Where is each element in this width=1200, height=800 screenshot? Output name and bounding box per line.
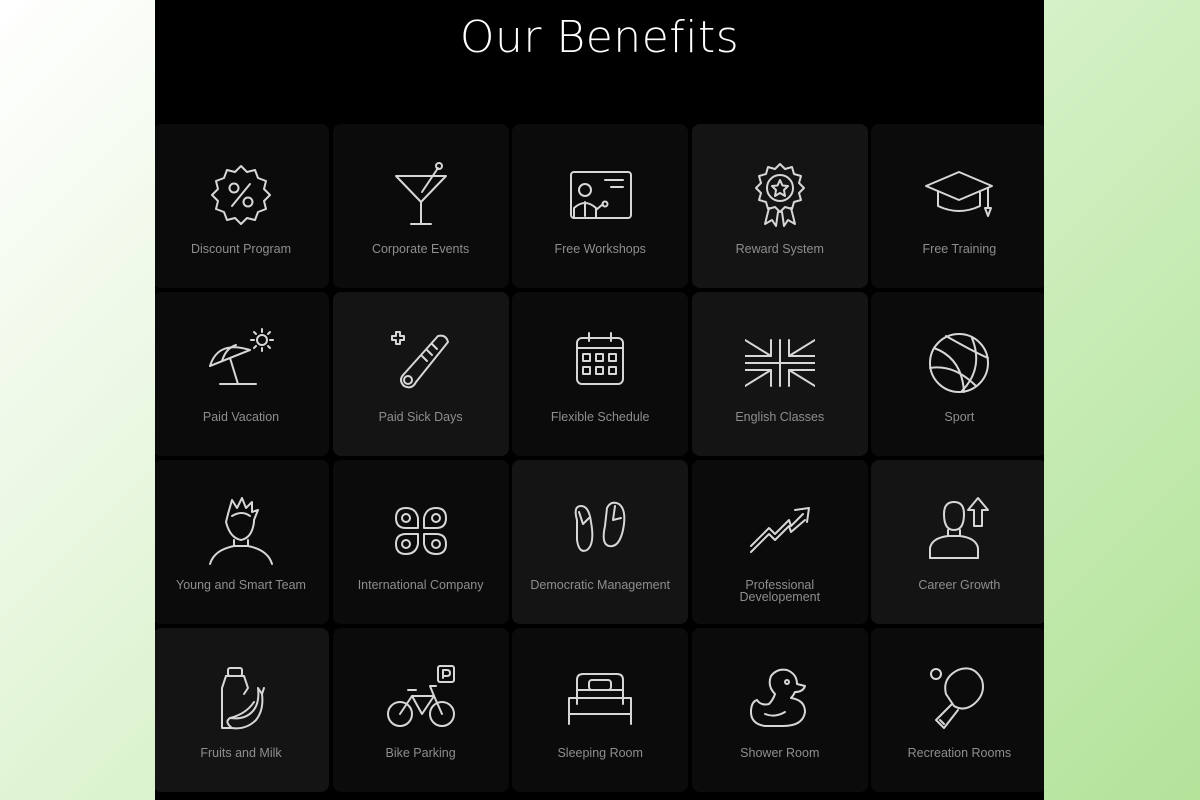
calendar-icon — [565, 328, 635, 398]
benefit-card-sleeping-room[interactable]: Sleeping Room — [512, 628, 689, 792]
benefit-card-sport[interactable]: Sport — [871, 292, 1044, 456]
award-medal-icon — [745, 160, 815, 230]
benefit-label: Professional Developement — [739, 578, 821, 604]
benefit-label: Free Workshops — [554, 242, 646, 256]
ping-pong-icon — [924, 664, 994, 734]
benefit-card-professional-developement[interactable]: Professional Developement — [691, 460, 868, 624]
benefit-label: Corporate Events — [371, 242, 470, 256]
graduation-cap-icon — [924, 160, 994, 230]
benefit-card-shower-room[interactable]: Shower Room — [691, 628, 868, 792]
benefit-label: Bike Parking — [385, 746, 456, 760]
uk-flag-icon — [743, 328, 816, 398]
benefit-card-fruits-and-milk[interactable]: Fruits and Milk — [155, 628, 329, 792]
benefit-label: Free Training — [922, 242, 997, 256]
discount-badge-icon — [206, 160, 276, 230]
benefit-label: Paid Vacation — [202, 410, 280, 424]
benefit-label: Reward System — [735, 242, 824, 256]
benefit-card-recreation-rooms[interactable]: Recreation Rooms — [871, 628, 1044, 792]
butterfly-pins-icon — [386, 496, 456, 566]
benefit-label: Flexible Schedule — [550, 410, 650, 424]
page-title: Our Benefits — [459, 12, 740, 63]
benefits-panel: Our Benefits Discount Program Corporate … — [155, 0, 1044, 800]
benefit-card-flexible-schedule[interactable]: Flexible Schedule — [512, 292, 689, 456]
bicycle-parking-icon — [386, 664, 456, 734]
benefit-label: Fruits and Milk — [200, 746, 282, 760]
bed-icon — [565, 664, 635, 734]
benefit-label: Recreation Rooms — [907, 746, 1012, 760]
rubber-duck-icon — [745, 664, 815, 734]
benefit-card-free-training[interactable]: Free Training — [871, 124, 1044, 288]
person-arrow-up-icon — [924, 496, 994, 566]
young-person-icon — [206, 496, 276, 566]
benefit-card-paid-vacation[interactable]: Paid Vacation — [155, 292, 329, 456]
benefit-label: Paid Sick Days — [378, 410, 463, 424]
benefit-card-discount-program[interactable]: Discount Program — [155, 124, 329, 288]
growth-arrow-icon — [745, 496, 815, 566]
benefit-label: Sleeping Room — [557, 746, 643, 760]
benefit-card-international-company[interactable]: International Company — [332, 460, 509, 624]
benefit-card-young-and-smart-team[interactable]: Young and Smart Team — [155, 460, 329, 624]
benefit-card-democratic-management[interactable]: Democratic Management — [512, 460, 689, 624]
benefit-label: Career Growth — [918, 578, 1001, 592]
benefit-card-corporate-events[interactable]: Corporate Events — [332, 124, 509, 288]
benefit-label: Young and Smart Team — [176, 578, 306, 592]
benefit-label: Sport — [944, 410, 975, 424]
benefit-label: English Classes — [735, 410, 825, 424]
cocktail-icon — [386, 160, 456, 230]
basketball-icon — [924, 328, 994, 398]
benefits-grid: Discount Program Corporate Events Free W… — [155, 124, 1044, 792]
benefit-label: Democratic Management — [530, 578, 671, 592]
flip-flops-icon — [565, 496, 635, 566]
benefit-label: International Company — [357, 578, 484, 592]
benefit-card-english-classes[interactable]: English Classes — [691, 292, 868, 456]
beach-umbrella-icon — [206, 328, 276, 398]
benefit-card-bike-parking[interactable]: Bike Parking — [332, 628, 509, 792]
thermometer-icon — [386, 328, 456, 398]
benefit-card-paid-sick-days[interactable]: Paid Sick Days — [332, 292, 509, 456]
benefit-label: Discount Program — [190, 242, 292, 256]
benefit-card-free-workshops[interactable]: Free Workshops — [512, 124, 689, 288]
benefit-label: Shower Room — [740, 746, 820, 760]
milk-banana-icon — [206, 664, 276, 734]
benefit-card-reward-system[interactable]: Reward System — [691, 124, 868, 288]
presentation-board-icon — [565, 160, 635, 230]
benefit-card-career-growth[interactable]: Career Growth — [871, 460, 1044, 624]
